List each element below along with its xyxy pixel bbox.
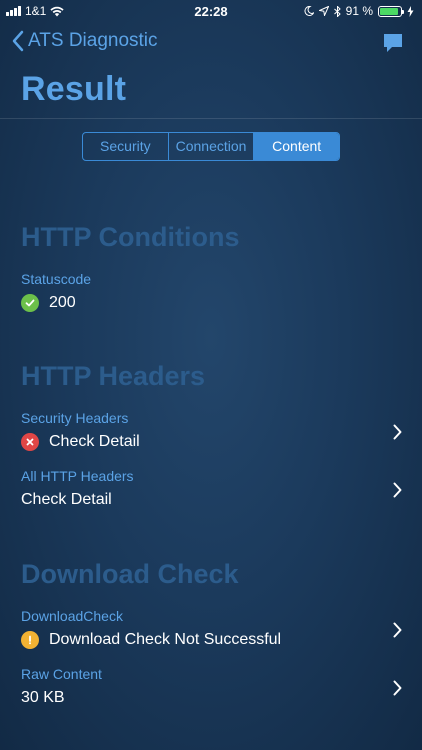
security-headers-value-text: Check Detail (49, 433, 140, 450)
all-http-headers-value-text: Check Detail (21, 491, 112, 508)
chevron-right-icon (393, 680, 402, 696)
error-x-icon (21, 433, 39, 451)
chevron-right-icon (393, 482, 402, 498)
section-heading-http-conditions: HTTP Conditions (21, 222, 240, 252)
chevron-left-icon (12, 30, 24, 52)
all-http-headers-value: Check Detail (21, 490, 112, 510)
section-heading-http-headers: HTTP Headers (21, 361, 206, 391)
raw-content-row[interactable]: Raw Content 30 KB (0, 666, 422, 718)
statuscode-row: Statuscode 200 (0, 271, 422, 323)
status-bar: 1&1 22:28 91 % (0, 0, 422, 22)
back-button-label: ATS Diagnostic (28, 30, 158, 51)
status-right: 91 % (304, 4, 414, 18)
tab-connection[interactable]: Connection (169, 133, 255, 160)
statuscode-label: Statuscode (21, 271, 92, 287)
download-check-row[interactable]: DownloadCheck Download Check Not Success… (0, 608, 422, 660)
security-headers-label: Security Headers (21, 410, 129, 426)
warning-exclamation-icon (21, 631, 39, 649)
raw-content-value: 30 KB (21, 688, 65, 708)
download-check-label: DownloadCheck (21, 608, 123, 624)
all-http-headers-row[interactable]: All HTTP Headers Check Detail (0, 468, 422, 520)
raw-content-value-text: 30 KB (21, 689, 65, 706)
segmented-control: Security Connection Content (82, 132, 340, 161)
location-arrow-icon (318, 6, 329, 16)
chevron-right-icon (393, 622, 402, 638)
nav-divider (0, 118, 422, 119)
download-check-value-text: Download Check Not Successful (49, 631, 282, 648)
all-http-headers-label: All HTTP Headers (21, 468, 134, 484)
bluetooth-icon (333, 5, 341, 17)
battery-percentage: 91 % (345, 4, 373, 18)
back-button[interactable]: ATS Diagnostic (12, 30, 158, 52)
checkmark-icon (21, 294, 39, 312)
chevron-right-icon (393, 424, 402, 440)
tab-security[interactable]: Security (83, 133, 169, 160)
page-title: Result (21, 70, 127, 108)
moon-icon (304, 6, 314, 16)
statuscode-value-text: 200 (49, 294, 76, 311)
battery-level-fill (380, 7, 399, 15)
raw-content-label: Raw Content (21, 666, 102, 682)
statuscode-value: 200 (21, 293, 76, 313)
chat-button[interactable] (382, 32, 404, 59)
security-headers-value: Check Detail (21, 432, 140, 452)
security-headers-row[interactable]: Security Headers Check Detail (0, 410, 422, 462)
download-check-value: Download Check Not Successful (21, 630, 281, 650)
section-heading-download-check: Download Check (21, 559, 239, 589)
chat-bubble-icon (384, 34, 402, 52)
tab-content[interactable]: Content (254, 133, 339, 160)
charging-bolt-icon (407, 5, 414, 17)
battery-icon (378, 5, 404, 17)
